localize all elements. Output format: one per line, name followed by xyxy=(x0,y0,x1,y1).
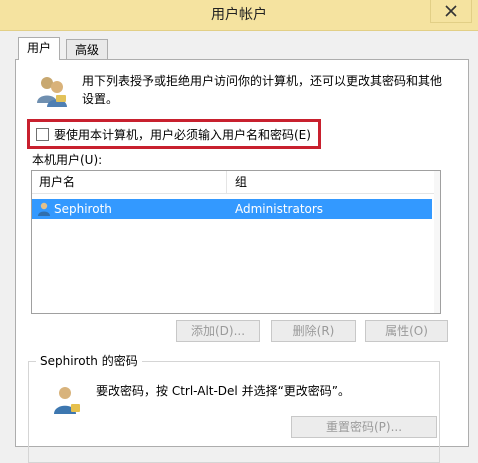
remove-user-button[interactable]: 删除(R) xyxy=(271,320,356,342)
column-header-username[interactable]: 用户名 xyxy=(32,171,227,193)
password-description: 要改密码，按 Ctrl-Alt-Del 并选择“更改密码”。 xyxy=(96,384,351,398)
panel-description: 用下列表授予或拒绝用户访问你的计算机，还可以更改其密码和其他设置。 xyxy=(82,74,443,106)
title-bar: 用户帐户 xyxy=(0,0,478,31)
password-group-title: Sephiroth 的密码 xyxy=(36,352,142,369)
tab-users[interactable]: 用户 xyxy=(18,37,61,60)
tab-advanced[interactable]: 高级 xyxy=(66,39,109,60)
user-name-cell: Sephiroth xyxy=(54,202,112,216)
users-icon xyxy=(37,77,67,107)
add-user-button[interactable]: 添加(D)... xyxy=(176,320,260,342)
require-login-checkbox[interactable] xyxy=(36,127,49,141)
password-group xyxy=(28,361,440,463)
properties-button[interactable]: 属性(O) xyxy=(365,320,448,342)
user-key-icon xyxy=(54,387,80,414)
close-button[interactable] xyxy=(430,0,472,23)
users-list[interactable]: 用户名 组 Sephiroth Administrators xyxy=(31,170,441,314)
table-row[interactable]: Sephiroth Administrators xyxy=(32,199,432,219)
local-users-label: 本机用户(U): xyxy=(32,153,103,167)
user-icon xyxy=(38,202,50,216)
users-tab-panel: 用下列表授予或拒绝用户访问你的计算机，还可以更改其密码和其他设置。 要使用本计算… xyxy=(15,59,469,463)
column-header-group[interactable]: 组 xyxy=(228,171,438,193)
close-icon xyxy=(445,5,457,17)
window-title: 用户帐户 xyxy=(211,7,267,23)
list-scrollbar[interactable] xyxy=(434,171,440,313)
require-login-label: 要使用本计算机，用户必须输入用户名和密码(E) xyxy=(54,127,311,142)
list-header: 用户名 组 xyxy=(32,171,440,194)
user-group-cell: Administrators xyxy=(235,202,324,216)
require-login-row[interactable]: 要使用本计算机，用户必须输入用户名和密码(E) xyxy=(27,119,321,149)
reset-password-button[interactable]: 重置密码(P)... xyxy=(291,416,437,438)
